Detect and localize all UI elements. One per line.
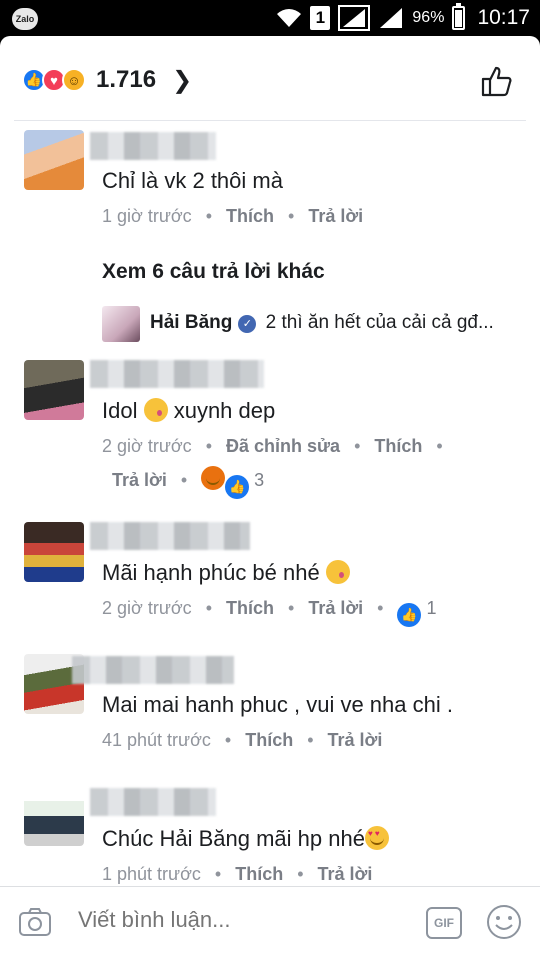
status-icons: 1 96% 10:17 <box>276 0 530 36</box>
battery-fill <box>455 9 463 27</box>
commenter-name-blurred[interactable] <box>72 656 234 684</box>
gif-button[interactable]: GIF <box>426 907 462 939</box>
comment-reaction-count[interactable]: 3 <box>254 470 264 490</box>
separator-dot: • <box>224 730 232 750</box>
clock: 10:17 <box>477 6 530 29</box>
comment-text: Mãi hạnh phúc bé nhé <box>102 560 350 586</box>
comment-text: Chỉ là vk 2 thôi mà <box>102 168 283 193</box>
avatar[interactable] <box>24 360 84 420</box>
zalo-app-icon: Zalo <box>12 8 38 30</box>
reply-button[interactable]: Trả lời <box>112 470 167 490</box>
edited-label[interactable]: Đã chỉnh sửa <box>226 436 340 456</box>
reply-button[interactable]: Trả lời <box>318 864 373 884</box>
signal-icon <box>338 5 371 31</box>
verified-badge-icon: ✓ <box>238 315 257 333</box>
like-button[interactable] <box>480 64 514 98</box>
separator-dot: • <box>436 436 443 456</box>
comment-text: Mai mai hanh phuc , vui ve nha chi . <box>102 692 453 717</box>
like-reaction-icon: 👍 <box>225 475 250 499</box>
comment-text-content: Chúc Hải Băng mãi hp nhé <box>102 826 365 851</box>
comment-text-start: Idol <box>102 398 144 423</box>
reply-author-name: Hải Băng <box>150 312 233 333</box>
signal-icon-2 <box>380 8 403 28</box>
separator-dot: • <box>297 864 304 884</box>
reactions-summary[interactable]: 👍 ♥ ☺ 1.716 ❯ <box>22 66 192 94</box>
comment-input[interactable] <box>78 907 398 933</box>
separator-dot: • <box>307 730 314 750</box>
separator-dot: • <box>214 864 222 884</box>
comment-time: 1 phút trước <box>102 864 201 884</box>
separator-dot: • <box>288 598 295 618</box>
comment-text: Chúc Hải Băng mãi hp nhé <box>102 826 389 852</box>
reply-button[interactable]: Trả lời <box>308 206 363 226</box>
comment-meta: 2 giờ trước • Đã chỉnh sửa • Thích • <box>102 436 457 457</box>
reply-button[interactable]: Trả lời <box>308 598 363 618</box>
comment-text-end: xuynh dep <box>167 398 276 423</box>
commenter-name-blurred[interactable] <box>90 132 216 160</box>
comment-meta: 41 phút trước • Thích • Trả lời <box>102 730 382 751</box>
comment-time: 41 phút trước <box>102 730 211 750</box>
reply-button[interactable]: Trả lời <box>328 730 383 750</box>
avatar[interactable] <box>24 522 84 582</box>
view-more-replies-link[interactable]: Xem 6 câu trả lời khác <box>102 260 325 284</box>
angry-reaction-icon <box>201 466 226 490</box>
like-comment-button[interactable]: Thích <box>226 206 274 226</box>
status-bar: Zalo 1 96% 10:17 <box>0 0 540 36</box>
comment-composer: GIF <box>0 886 540 960</box>
separator-dot: • <box>377 598 384 618</box>
camera-icon[interactable] <box>18 907 52 937</box>
comment-reaction-count[interactable]: 1 <box>426 598 436 618</box>
comment-time: 2 giờ trước <box>102 436 192 456</box>
reply-preview[interactable]: Hải Băng ✓ 2 thì ăn hết của cải cả gđ... <box>102 304 522 344</box>
haha-reaction-icon: ☺ <box>62 68 86 92</box>
battery-icon <box>452 3 466 30</box>
sim-badge: 1 <box>310 6 331 30</box>
comment-meta-row-2: Trả lời • 👍 3 <box>112 466 264 499</box>
kiss-emoji-icon <box>143 398 168 422</box>
chevron-right-icon: ❯ <box>172 66 193 94</box>
avatar[interactable] <box>24 130 84 190</box>
separator-dot: • <box>205 598 212 618</box>
like-comment-button[interactable]: Thích <box>374 436 422 456</box>
heart-eyes-emoji-icon <box>364 826 389 850</box>
like-comment-button[interactable]: Thích <box>226 598 274 618</box>
comment-text: Idol xuynh dep <box>102 398 275 424</box>
separator-dot: • <box>354 436 361 456</box>
reactions-header: 👍 ♥ ☺ 1.716 ❯ <box>0 36 540 122</box>
comment-time: 1 giờ trước <box>102 206 192 226</box>
reply-avatar[interactable] <box>102 306 140 342</box>
like-comment-button[interactable]: Thích <box>245 730 293 750</box>
like-comment-button[interactable]: Thích <box>235 864 283 884</box>
separator-dot: • <box>205 206 212 226</box>
commenter-name-blurred[interactable] <box>90 788 216 816</box>
wifi-icon <box>277 9 302 27</box>
reaction-count: 1.716 <box>96 66 157 93</box>
like-reaction-icon: 👍 <box>397 603 422 627</box>
comment-meta: 1 phút trước • Thích • Trả lời <box>102 864 372 885</box>
emoji-picker-button[interactable] <box>486 904 522 940</box>
comment-time: 2 giờ trước <box>102 598 192 618</box>
comment-meta: 2 giờ trước • Thích • Trả lời • 👍 1 <box>102 598 436 627</box>
commenter-name-blurred[interactable] <box>90 522 250 550</box>
separator-dot: • <box>205 436 212 456</box>
header-divider <box>14 120 526 121</box>
comment-text-content: Mãi hạnh phúc bé nhé <box>102 560 320 585</box>
kiss-emoji-icon <box>325 560 350 584</box>
avatar[interactable] <box>24 786 84 846</box>
comments-sheet: 👍 ♥ ☺ 1.716 ❯ Chỉ là vk 2 thôi mà 1 giờ … <box>0 36 540 960</box>
battery-percent: 96% <box>412 9 445 26</box>
separator-dot: • <box>288 206 295 226</box>
separator-dot: • <box>180 470 188 490</box>
commenter-name-blurred[interactable] <box>90 360 264 388</box>
reply-author: Hải Băng ✓ 2 thì ăn hết của cải cả gđ... <box>150 312 494 334</box>
reply-text: 2 thì ăn hết của cải cả gđ... <box>265 312 494 333</box>
comment-meta: 1 giờ trước • Thích • Trả lời <box>102 206 363 227</box>
